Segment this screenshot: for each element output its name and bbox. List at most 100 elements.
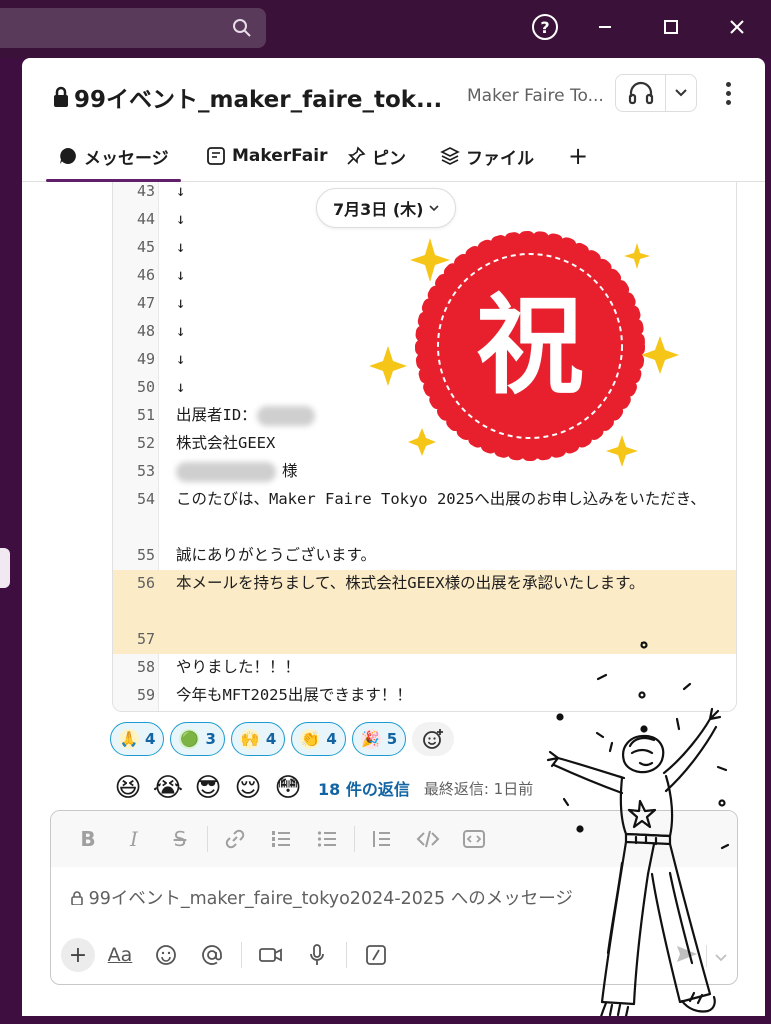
line-number: 57 — [136, 630, 155, 648]
channel-topic[interactable]: Maker Faire To... — [467, 86, 604, 106]
message-input[interactable]: 99イベント_maker_faire_tokyo2024-2025 へのメッセー… — [71, 885, 573, 910]
shortcuts-button[interactable] — [355, 937, 397, 973]
line-number: 43 — [136, 182, 155, 200]
avatar: 😳 — [274, 773, 302, 803]
reply-count-link[interactable]: 18 件の返信 — [318, 776, 410, 800]
format-toggle-button[interactable]: Aa — [99, 937, 141, 973]
avatar: 😎 — [194, 773, 222, 803]
reaction-bar: 🙏 4 🟢 3 🙌 4 👏 4 🎉 5 — [110, 722, 455, 758]
bold-icon: B — [80, 827, 96, 851]
pray-hands-icon: 🙏 — [119, 729, 139, 749]
line-number: 50 — [136, 378, 155, 396]
attach-button[interactable]: + — [61, 938, 95, 972]
video-clip-button[interactable] — [250, 937, 292, 973]
line-text: 本メールを持ちまして、株式会社GEEX様の出展を承認いたします。 — [176, 574, 645, 592]
line-number: 52 — [136, 434, 155, 452]
line-number: 59 — [136, 686, 155, 704]
celebration-sticker: 祝 — [370, 231, 679, 467]
link-button[interactable] — [212, 821, 258, 857]
add-reaction-button[interactable] — [412, 722, 455, 756]
canvas-doc-icon — [207, 147, 225, 165]
audio-clip-button[interactable] — [296, 937, 338, 973]
date-divider-button[interactable]: 7月3日 (木) — [316, 188, 457, 228]
message-bubble-icon — [60, 148, 76, 164]
pin-icon — [347, 146, 366, 165]
italic-button[interactable]: I — [111, 821, 157, 857]
add-emoji-icon — [423, 729, 444, 749]
huddle-options-button[interactable] — [666, 75, 696, 111]
video-camera-icon — [259, 948, 282, 962]
maximize-button[interactable] — [656, 12, 686, 42]
reaction-count: 5 — [386, 730, 398, 748]
window-titlebar: ? — [0, 0, 771, 58]
redacted-name — [176, 461, 276, 482]
reaction-count: 4 — [265, 730, 277, 748]
reaction-pill[interactable]: 🟢 3 — [170, 722, 225, 756]
headphones-icon — [628, 81, 653, 105]
channel-header: 99イベント_maker_faire_tok... Maker Faire To… — [22, 58, 765, 130]
bullet-list-button[interactable] — [304, 821, 350, 857]
code-button[interactable] — [405, 821, 451, 857]
slash-command-icon — [366, 945, 386, 965]
sidebar-strip — [0, 58, 22, 1024]
text-format-icon: Aa — [107, 944, 133, 966]
reaction-count: 3 — [205, 730, 216, 748]
search-icon — [233, 19, 251, 37]
code-line: 55 誠にありがとうございます。 — [113, 542, 736, 570]
ordered-list-icon — [272, 831, 290, 847]
tab-makerfair[interactable]: MakerFair — [206, 142, 327, 170]
plus-icon: + — [68, 942, 88, 968]
more-options-button[interactable] — [716, 78, 740, 108]
line-number: 54 — [136, 490, 155, 508]
mention-button[interactable] — [191, 937, 233, 973]
redacted-id — [256, 405, 315, 426]
reaction-pill[interactable]: 🎉 5 — [351, 722, 407, 756]
tab-add-button[interactable]: + — [568, 142, 588, 170]
line-number: 53 — [136, 462, 155, 480]
code-line: 54 このたびは、Maker Faire Tokyo 2025へ出展のお申し込みを… — [113, 486, 736, 542]
lock-icon — [54, 86, 68, 107]
tab-files[interactable]: ファイル — [440, 142, 534, 170]
line-number: 55 — [136, 546, 155, 564]
line-number: 48 — [136, 322, 155, 340]
minimize-button[interactable] — [590, 12, 620, 42]
tab-messages[interactable]: メッセージ — [46, 142, 181, 182]
close-button[interactable] — [722, 12, 752, 42]
huddle-button[interactable] — [616, 75, 666, 111]
bullet-list-icon — [317, 831, 336, 847]
ordered-list-button[interactable] — [258, 821, 304, 857]
bold-button[interactable]: B — [65, 821, 111, 857]
strikethrough-icon: S — [173, 827, 187, 851]
chevron-down-icon — [675, 89, 687, 97]
line-text: このたびは、Maker Faire Tokyo 2025へ出展のお申し込みをいた… — [176, 490, 706, 508]
code-block-button[interactable] — [451, 821, 497, 857]
kebab-icon — [725, 81, 731, 87]
chevron-down-icon — [429, 205, 440, 212]
line-number: 56 — [136, 574, 155, 592]
at-sign-icon — [202, 945, 222, 965]
smiley-icon — [156, 945, 176, 965]
reaction-pill[interactable]: 👏 4 — [291, 722, 346, 756]
avatar: 😆 — [114, 773, 142, 803]
line-number: 44 — [136, 210, 155, 228]
channel-title[interactable]: 99イベント_maker_faire_tok... — [52, 80, 442, 114]
emoji-button[interactable] — [145, 937, 187, 973]
avatar: 😌 — [234, 773, 262, 803]
search-bar[interactable] — [0, 8, 266, 48]
line-number: 51 — [136, 406, 155, 424]
thread-summary[interactable]: 😆 😭 😎 😌 😳 18 件の返信 最終返信: 1日前 — [110, 770, 533, 806]
tab-pins[interactable]: ピン — [346, 142, 406, 170]
code-block-icon — [463, 830, 485, 848]
sticker-kanji: 祝 — [476, 284, 584, 409]
reaction-pill[interactable]: 🙏 4 — [110, 722, 165, 756]
microphone-icon — [310, 944, 324, 965]
reaction-pill[interactable]: 🙌 4 — [230, 722, 286, 756]
help-icon: ? — [532, 14, 558, 40]
line-number: 45 — [136, 238, 155, 256]
sidebar-resize-handle[interactable] — [0, 548, 10, 588]
help-button[interactable]: ? — [530, 12, 560, 42]
strikethrough-button[interactable]: S — [157, 821, 203, 857]
blockquote-button[interactable] — [359, 821, 405, 857]
svg-text:?: ? — [540, 18, 549, 37]
dancing-person-sticker — [546, 641, 730, 1016]
